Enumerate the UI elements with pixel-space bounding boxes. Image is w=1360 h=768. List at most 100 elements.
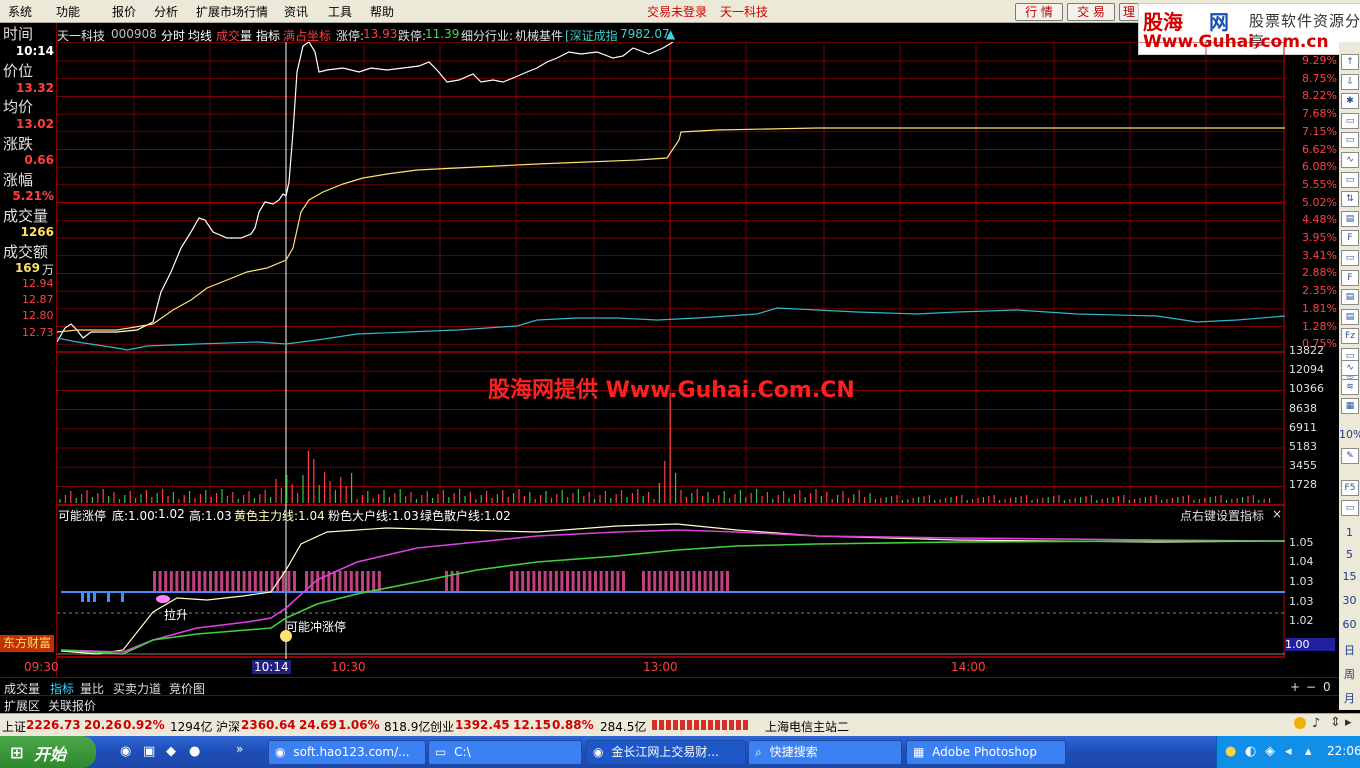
limit-up-value: 13.93 [363,27,398,41]
clock[interactable]: 22:06 [1327,744,1360,758]
indicator-column [698,571,701,591]
task-quick-search[interactable]: ⌕ 快捷搜索 [748,740,902,765]
task-folder[interactable]: ▭ C:\ [428,740,582,765]
tray-misc-icon[interactable]: ▴ [1305,744,1312,759]
tab-extension-area[interactable]: 扩展区 [4,697,40,714]
server-name[interactable]: 上海电信主站二 [765,718,849,735]
trade-button[interactable]: 交 易 [1067,3,1115,21]
task-trading-app[interactable]: ◉ 金长江网上交易财... [586,740,746,765]
time-tick: 14:00 [951,660,986,674]
indicator-current-value: 1.00 [1285,638,1335,651]
indicator-column [543,571,547,591]
speaker-icon[interactable]: ♪ [1312,716,1320,731]
zoom-in-button[interactable]: + [1290,680,1300,694]
wave-icon[interactable]: ∿ [1341,152,1359,168]
tray-shield-icon[interactable]: ◈ [1265,744,1275,759]
cy-label: 创业 [430,720,455,734]
multi-line-icon[interactable]: ≋ [1341,379,1359,395]
menu-help[interactable]: 帮助 [370,3,394,20]
period-button[interactable]: 5 [1339,548,1360,561]
sh-change: 20.26 [84,718,122,732]
broker-badge[interactable]: 东方财富 [0,635,54,652]
task-photoshop[interactable]: ▦ Adobe Photoshop [906,740,1066,765]
indicator-column [642,571,645,591]
change-label: 涨跌 [3,135,34,153]
quicklaunch-ie-icon[interactable]: ◉ [120,744,131,759]
menu-function[interactable]: 功能 [56,3,80,20]
volume-axis-tick: 6911 [1289,420,1317,434]
period-button[interactable]: 周 [1339,666,1360,682]
tray-volume-icon[interactable]: ◂ [1285,744,1292,759]
price-tick: 12.73 [22,326,54,339]
indicator-close-icon[interactable]: × [1272,507,1282,521]
period-button[interactable]: 日 [1339,642,1360,658]
pencil-icon[interactable]: ✎ [1341,448,1359,464]
arrow-up-icon[interactable]: ↑ [1341,54,1359,70]
indicator-settings-hint[interactable]: 点右键设置指标 [1180,507,1264,524]
more-icon[interactable]: ▸ [1345,715,1352,730]
menu-system[interactable]: 系统 [8,3,32,20]
login-status[interactable]: 交易未登录 [647,3,707,20]
grid-icon[interactable]: ▦ [1341,398,1359,414]
window-icon[interactable]: ▭ [1341,171,1359,188]
menu-news[interactable]: 资讯 [284,3,308,20]
indicator-column [214,571,218,591]
zoom-out-button[interactable]: − [1306,680,1316,694]
f10-icon[interactable]: F [1341,230,1359,247]
quicklaunch-desktop-icon[interactable]: ▣ [143,744,155,759]
trend-icon[interactable]: ∿ [1341,360,1359,376]
indicator-name[interactable]: 可能涨停 [58,507,106,524]
indicator-column [153,571,156,591]
quicklaunch-media-icon[interactable]: ◆ [166,744,176,759]
search-icon: ⌕ [755,745,762,759]
index-status-bar: 上证 2226.73 20.26 0.92% 1294亿 沪深 2360.64 … [0,713,1360,736]
sh-value: 2226.73 [26,718,81,732]
quicklaunch-expand-icon[interactable]: » [236,742,243,756]
period-button[interactable]: 60 [1339,618,1360,631]
switch-icon[interactable]: ▭ [1341,500,1359,516]
start-button[interactable]: ⊞ 开始 [0,736,96,768]
period-button[interactable]: 15 [1339,570,1360,583]
intraday-chart[interactable] [57,42,1285,659]
indicator-column [361,571,364,591]
window-icon[interactable]: ▭ [1341,112,1359,129]
indicator-column [253,571,257,591]
window-icon[interactable]: ▭ [1341,132,1359,149]
tray-app-icon[interactable]: ● [1225,744,1236,759]
indicator-column [169,571,173,591]
pct-axis-tick: 4.48% [1302,213,1337,227]
quote-button[interactable]: 行 情 [1015,3,1063,21]
finance-icon[interactable]: F [1341,269,1359,286]
tab-related-quotes[interactable]: 关联报价 [48,697,96,714]
task-browser[interactable]: ◉ soft.hao123.com/... [268,740,426,765]
f5-icon[interactable]: F5 [1341,480,1359,496]
period-button[interactable]: 月 [1339,690,1360,706]
candles-icon[interactable]: ⇅ [1341,191,1359,208]
calendar-icon[interactable]: ▭ [1341,250,1359,266]
ie-icon: ◉ [275,745,286,759]
tool-10pct[interactable]: 10% [1339,428,1360,441]
fz-icon[interactable]: Fz [1341,328,1359,345]
report-icon[interactable]: ▤ [1341,308,1359,325]
period-button[interactable]: 1 [1339,526,1360,539]
arrow-updown-icon[interactable]: ⇕ [1330,715,1341,730]
list-icon[interactable]: ▤ [1341,289,1359,306]
time-tick: 09:30 [24,660,59,674]
price-tick: 12.94 [22,277,54,290]
arrow-down-icon[interactable]: ⇩ [1341,73,1359,90]
menu-tools[interactable]: 工具 [328,3,352,20]
table-icon[interactable]: ▤ [1341,210,1359,227]
menu-extended-market[interactable]: 扩展市场行情 [196,3,268,20]
period-button[interactable]: 30 [1339,594,1360,607]
indicator-axis-tick: 1.02 [1289,614,1314,627]
indicator-column [220,571,224,591]
chart-info-bar: 天一科技 000908 分时 均线 成交 量 指标 满占坐标 涨停: 13.93… [57,24,1285,43]
menu-quote[interactable]: 报价 [112,3,136,20]
zoom-reset-button[interactable]: 0 [1323,680,1331,694]
star-icon[interactable]: ✱ [1341,93,1359,110]
tray-network-icon[interactable]: ◐ [1245,744,1256,759]
indicator-column [605,571,609,591]
menu-analysis[interactable]: 分析 [154,3,178,20]
quicklaunch-app-icon[interactable]: ● [189,744,200,759]
finance-button[interactable]: 理 [1119,3,1139,21]
